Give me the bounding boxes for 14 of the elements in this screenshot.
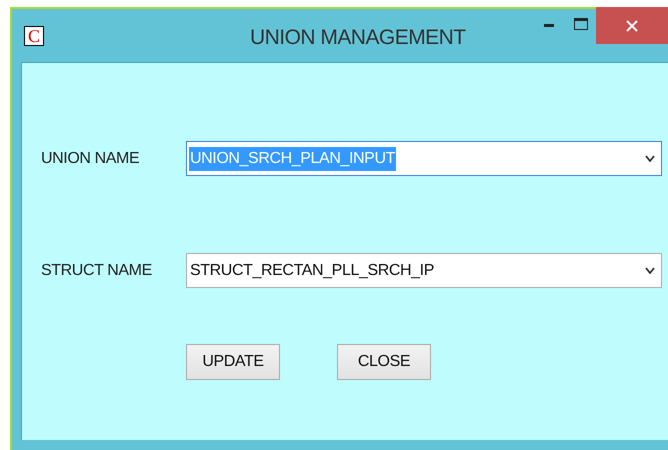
minimize-icon bbox=[544, 24, 554, 28]
window-title: UNION MANAGEMENT bbox=[250, 25, 466, 51]
field-value: UNION_SRCH_PLAN_INPUT bbox=[189, 146, 396, 170]
field-value: STRUCT_RECTAN_PLL_SRCH_IP bbox=[189, 260, 435, 280]
field-label: STRUCT NAME bbox=[41, 260, 153, 280]
field-label: UNION NAME bbox=[41, 148, 140, 168]
action-button[interactable]: CLOSE bbox=[337, 344, 431, 380]
dropdown-field[interactable]: STRUCT_RECTAN_PLL_SRCH_IP bbox=[186, 253, 662, 288]
chevron-down-icon bbox=[645, 267, 655, 274]
close-icon bbox=[626, 20, 638, 32]
action-button[interactable]: UPDATE bbox=[186, 344, 280, 380]
maximize-icon bbox=[574, 18, 588, 30]
chevron-down-icon bbox=[645, 155, 655, 162]
app-icon: C bbox=[24, 26, 44, 46]
